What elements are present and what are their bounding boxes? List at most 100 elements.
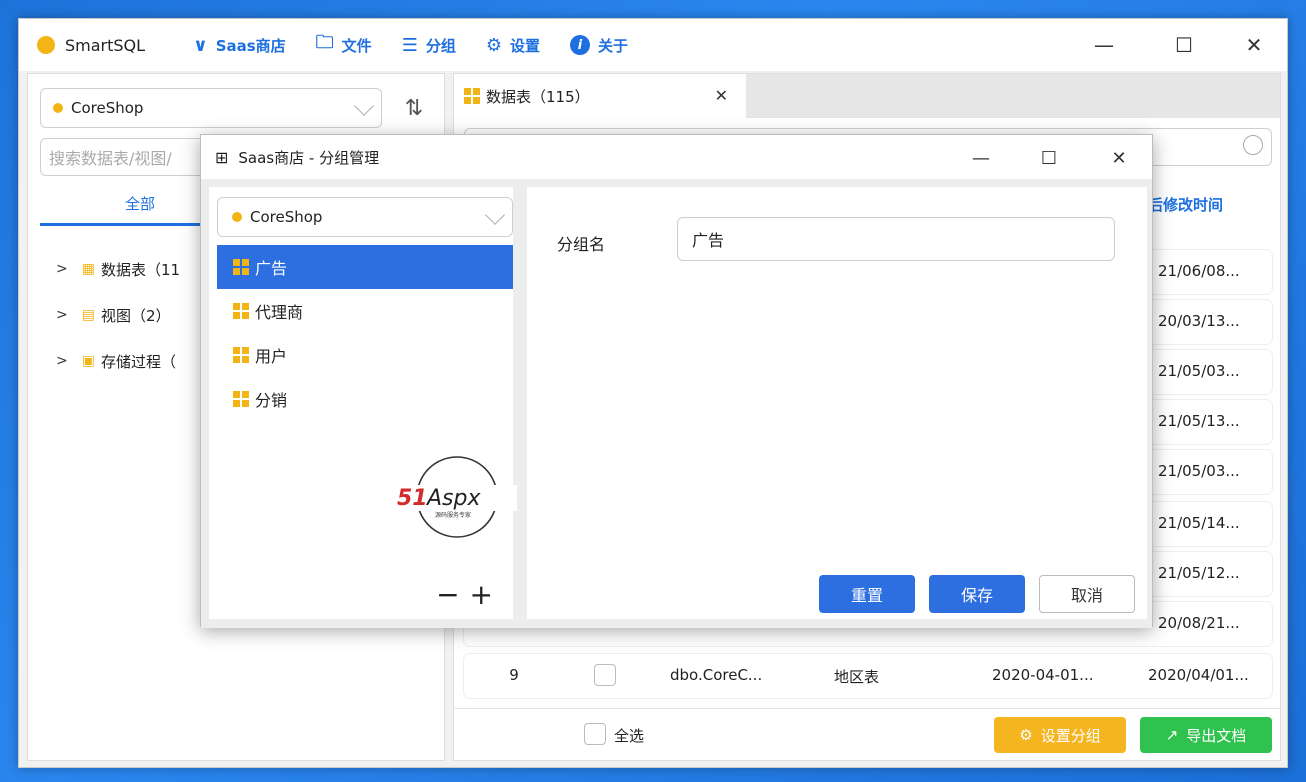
footer-bar: 全选 ⚙ 设置分组 ↗ 导出文档	[454, 708, 1280, 760]
dialog-minimize-icon[interactable]: —	[961, 143, 1001, 173]
search-icon	[1243, 135, 1263, 155]
cell-created: 2020-04-01...	[992, 666, 1094, 684]
menu-label: Saas商店	[215, 36, 286, 55]
search-placeholder: 搜索数据表/视图/	[49, 149, 172, 168]
export-icon: ↗	[1165, 726, 1179, 744]
tree-item-tables[interactable]: > ▦ 数据表（11	[56, 256, 180, 282]
database-select[interactable]: CoreShop	[40, 88, 382, 128]
cell-modified: 21/05/03...	[1158, 362, 1240, 380]
select-all-checkbox[interactable]	[584, 723, 606, 745]
cell-modified: 21/06/08...	[1158, 262, 1240, 280]
group-item[interactable]: 广告	[217, 245, 513, 289]
column-header-modified[interactable]: 后修改时间	[1148, 194, 1268, 215]
group-management-dialog: ⊞ Saas商店 - 分组管理 — ☐ ✕ CoreShop 广告 代理商 用户…	[200, 134, 1153, 628]
minimize-icon[interactable]: —	[1079, 19, 1129, 71]
cell-number: 9	[509, 666, 519, 684]
tree-item-views[interactable]: > ▤ 视图（2）	[56, 302, 171, 328]
set-group-button[interactable]: ⚙ 设置分组	[994, 717, 1126, 753]
cancel-button[interactable]: 取消	[1039, 575, 1135, 613]
app-title: SmartSQL	[37, 19, 145, 71]
cell-modified: 20/08/21...	[1158, 614, 1240, 632]
database-icon	[53, 103, 63, 113]
group-name-input[interactable]: 广告	[677, 217, 1115, 261]
dialog-database-select[interactable]: CoreShop	[217, 197, 513, 237]
menu-saas-store[interactable]: ∨ Saas商店	[193, 19, 286, 71]
save-button[interactable]: 保存	[929, 575, 1025, 613]
add-remove-controls: −+	[436, 578, 503, 611]
watermark-logo: 51 Aspx 源码服务专家	[397, 456, 517, 538]
group-name-label: 分组名	[557, 235, 606, 254]
grid-icon	[464, 88, 480, 104]
row-checkbox[interactable]	[594, 664, 616, 686]
chevron-right-icon: >	[56, 261, 68, 277]
chevron-down-icon	[485, 205, 505, 225]
dialog-database-value: CoreShop	[250, 208, 323, 226]
group-list-panel: CoreShop 广告 代理商 用户 分销 51 Aspx 源码服务专家 −+	[209, 187, 517, 619]
add-group-button[interactable]: +	[470, 578, 503, 611]
group-item[interactable]: 分销	[217, 377, 513, 421]
remove-group-button[interactable]: −	[436, 578, 469, 611]
cell-name: dbo.CoreC...	[670, 666, 763, 684]
group-item-label: 用户	[255, 347, 288, 366]
cell-modified: 2020/04/01...	[1148, 666, 1249, 684]
close-icon[interactable]: ✕	[715, 86, 728, 105]
menu-label: 设置	[509, 36, 540, 55]
refresh-icon[interactable]: ⇅	[396, 90, 432, 126]
folder-icon: 🗀	[315, 32, 334, 53]
view-icon: ▤	[81, 307, 95, 323]
grid-icon	[233, 259, 249, 275]
app-name: SmartSQL	[65, 35, 146, 55]
menu-label: 文件	[341, 36, 372, 55]
table-row[interactable]: 9 dbo.CoreC... 地区表 2020-04-01... 2020/04…	[464, 654, 1272, 698]
database-select-value: CoreShop	[71, 99, 144, 117]
info-icon: i	[570, 35, 590, 55]
app-logo-icon	[37, 36, 55, 54]
grid-icon	[233, 391, 249, 407]
list-icon: ☰	[401, 34, 418, 56]
menu-about[interactable]: i 关于	[570, 19, 628, 71]
procedure-icon: ▣	[81, 353, 95, 369]
title-bar: SmartSQL ∨ Saas商店 🗀 文件 ☰ 分组 ⚙ 设置 i 关于 — …	[19, 19, 1287, 71]
group-name-value: 广告	[692, 231, 725, 250]
select-all-label: 全选	[614, 727, 645, 745]
cell-modified: 21/05/03...	[1158, 462, 1240, 480]
database-icon	[232, 212, 242, 222]
close-icon[interactable]: ✕	[1229, 19, 1279, 71]
dialog-title: Saas商店 - 分组管理	[238, 148, 380, 167]
cell-description: 地区表	[834, 668, 880, 686]
menu-file[interactable]: 🗀 文件	[316, 19, 372, 71]
group-item-label: 分销	[255, 391, 288, 410]
menu-settings[interactable]: ⚙ 设置	[486, 19, 540, 71]
menu-label: 分组	[425, 36, 456, 55]
cell-modified: 20/03/13...	[1158, 312, 1240, 330]
gear-icon: ⚙	[1019, 726, 1033, 744]
group-item[interactable]: 用户	[217, 333, 513, 377]
tab-strip: 数据表（115） ✕	[454, 74, 1280, 118]
gear-icon: ⚙	[485, 34, 502, 56]
group-item-label: 广告	[255, 259, 288, 278]
svg-text:51: 51	[397, 486, 428, 511]
dialog-maximize-icon[interactable]: ☐	[1029, 143, 1069, 173]
cell-modified: 21/05/12...	[1158, 564, 1240, 582]
menu-group[interactable]: ☰ 分组	[402, 19, 456, 71]
group-edit-panel: 分组名 广告 重置 保存 取消	[527, 187, 1147, 619]
sitemap-icon: ⊞	[215, 147, 229, 167]
tree-item-label: 存储过程（	[100, 352, 176, 371]
reset-button[interactable]: 重置	[819, 575, 915, 613]
tree-item-label: 视图（2）	[100, 306, 171, 325]
maximize-icon[interactable]: ☐	[1159, 19, 1209, 71]
chevron-down-icon	[354, 96, 374, 116]
set-group-label: 设置分组	[1040, 726, 1101, 745]
chevron-right-icon: >	[56, 307, 68, 323]
dialog-close-icon[interactable]: ✕	[1099, 143, 1139, 173]
dialog-title-bar: ⊞ Saas商店 - 分组管理	[201, 135, 1152, 179]
grid-icon	[233, 303, 249, 319]
group-item[interactable]: 代理商	[217, 289, 513, 333]
chevron-right-icon: >	[56, 353, 68, 369]
tree-item-procedures[interactable]: > ▣ 存储过程（	[56, 348, 176, 374]
tab-label: 数据表（115）	[486, 87, 590, 106]
tab-tables[interactable]: 数据表（115） ✕	[454, 74, 746, 118]
export-doc-button[interactable]: ↗ 导出文档	[1140, 717, 1272, 753]
svg-text:源码服务专家: 源码服务专家	[435, 511, 471, 519]
table-icon: ▦	[81, 261, 95, 277]
